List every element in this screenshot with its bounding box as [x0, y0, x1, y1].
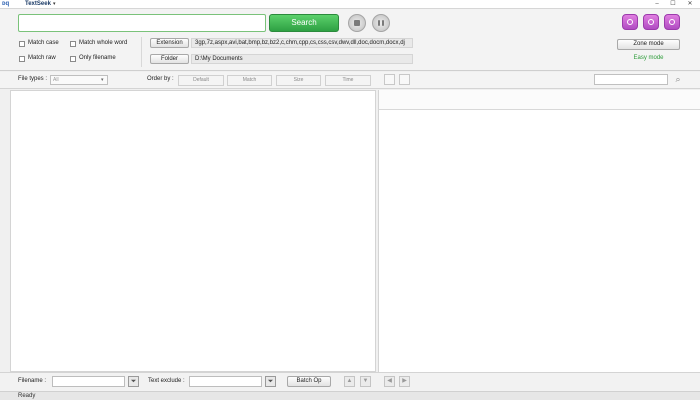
match-case-label: Match case	[28, 40, 59, 46]
file-types-select[interactable]: All	[50, 75, 108, 85]
preview-search-input[interactable]	[594, 74, 668, 85]
maximize-button[interactable]: ☐	[666, 0, 680, 8]
app-menu-chevron-down-icon[interactable]: ▾	[53, 1, 56, 8]
folder-button[interactable]: Folder	[150, 54, 189, 64]
order-default-button[interactable]: Default	[178, 75, 224, 86]
batch-op-button[interactable]: Batch Op	[287, 376, 331, 387]
text-exclude-input[interactable]	[189, 376, 262, 387]
arrow-up-icon[interactable]: ▲	[344, 376, 355, 387]
title-bar	[0, 0, 700, 9]
only-filename-checkbox[interactable]	[70, 56, 76, 62]
match-raw-checkbox[interactable]	[19, 56, 25, 62]
file-types-label: File types :	[18, 76, 48, 82]
mode-icon-3[interactable]	[664, 14, 680, 30]
circle-icon	[627, 19, 633, 25]
folder-field[interactable]: D:\My Documents	[191, 54, 413, 64]
search-button[interactable]: Search	[269, 14, 339, 32]
only-filename-label: Only filename	[79, 55, 116, 61]
pause-button[interactable]	[372, 14, 390, 32]
status-bar	[0, 391, 700, 400]
list-view-icon[interactable]	[399, 74, 410, 85]
close-button[interactable]: ✕	[683, 0, 697, 8]
preview-pane[interactable]	[378, 110, 700, 372]
mode-icon-2[interactable]	[643, 14, 659, 30]
order-by-label: Order by :	[147, 76, 174, 82]
minimize-button[interactable]: –	[650, 0, 664, 8]
zone-mode-button[interactable]: Zone mode	[617, 39, 680, 50]
order-size-button[interactable]: Size	[276, 75, 321, 86]
order-time-button[interactable]: Time	[325, 75, 371, 86]
match-whole-word-label: Match whole word	[79, 40, 128, 46]
extension-button[interactable]: Extension	[150, 38, 189, 48]
search-icon[interactable]: ⌕	[672, 73, 684, 85]
arrow-right-icon[interactable]: ▶	[399, 376, 410, 387]
arrow-down-icon[interactable]: ▼	[360, 376, 371, 387]
app-logo-icon: ᴅq	[2, 1, 10, 7]
pause-icon-bar	[382, 20, 384, 26]
filename-filter-icon[interactable]: ⏷	[128, 376, 139, 387]
text-exclude-label: Text exclude :	[148, 378, 185, 384]
mode-icon-1[interactable]	[622, 14, 638, 30]
match-case-checkbox[interactable]	[19, 41, 25, 47]
stop-button[interactable]	[348, 14, 366, 32]
refresh-icon	[669, 19, 675, 25]
document-icon[interactable]	[384, 74, 395, 85]
arrow-left-icon[interactable]: ◀	[384, 376, 395, 387]
results-pane[interactable]	[10, 90, 376, 372]
extension-field[interactable]: 3gp,7z,aspx,avi,bat,bmp,bz,bz2,c,chm,cpp…	[191, 38, 413, 48]
gear-icon	[648, 19, 654, 25]
filename-label: Filename :	[18, 378, 47, 384]
match-whole-word-checkbox[interactable]	[70, 41, 76, 47]
preview-header	[378, 90, 700, 110]
chevron-down-icon: ▾	[101, 77, 104, 83]
search-input[interactable]	[18, 14, 266, 32]
easy-mode-link[interactable]: Easy mode	[617, 55, 680, 61]
options-divider	[141, 37, 142, 67]
stop-icon	[354, 20, 360, 26]
order-match-button[interactable]: Match	[227, 75, 272, 86]
match-raw-label: Match raw	[28, 55, 56, 61]
pause-icon	[378, 20, 380, 26]
status-text: Ready	[18, 393, 36, 399]
text-exclude-filter-icon[interactable]: ⏷	[265, 376, 276, 387]
app-title[interactable]: TextSeek	[25, 1, 51, 8]
filename-filter-input[interactable]	[52, 376, 125, 387]
